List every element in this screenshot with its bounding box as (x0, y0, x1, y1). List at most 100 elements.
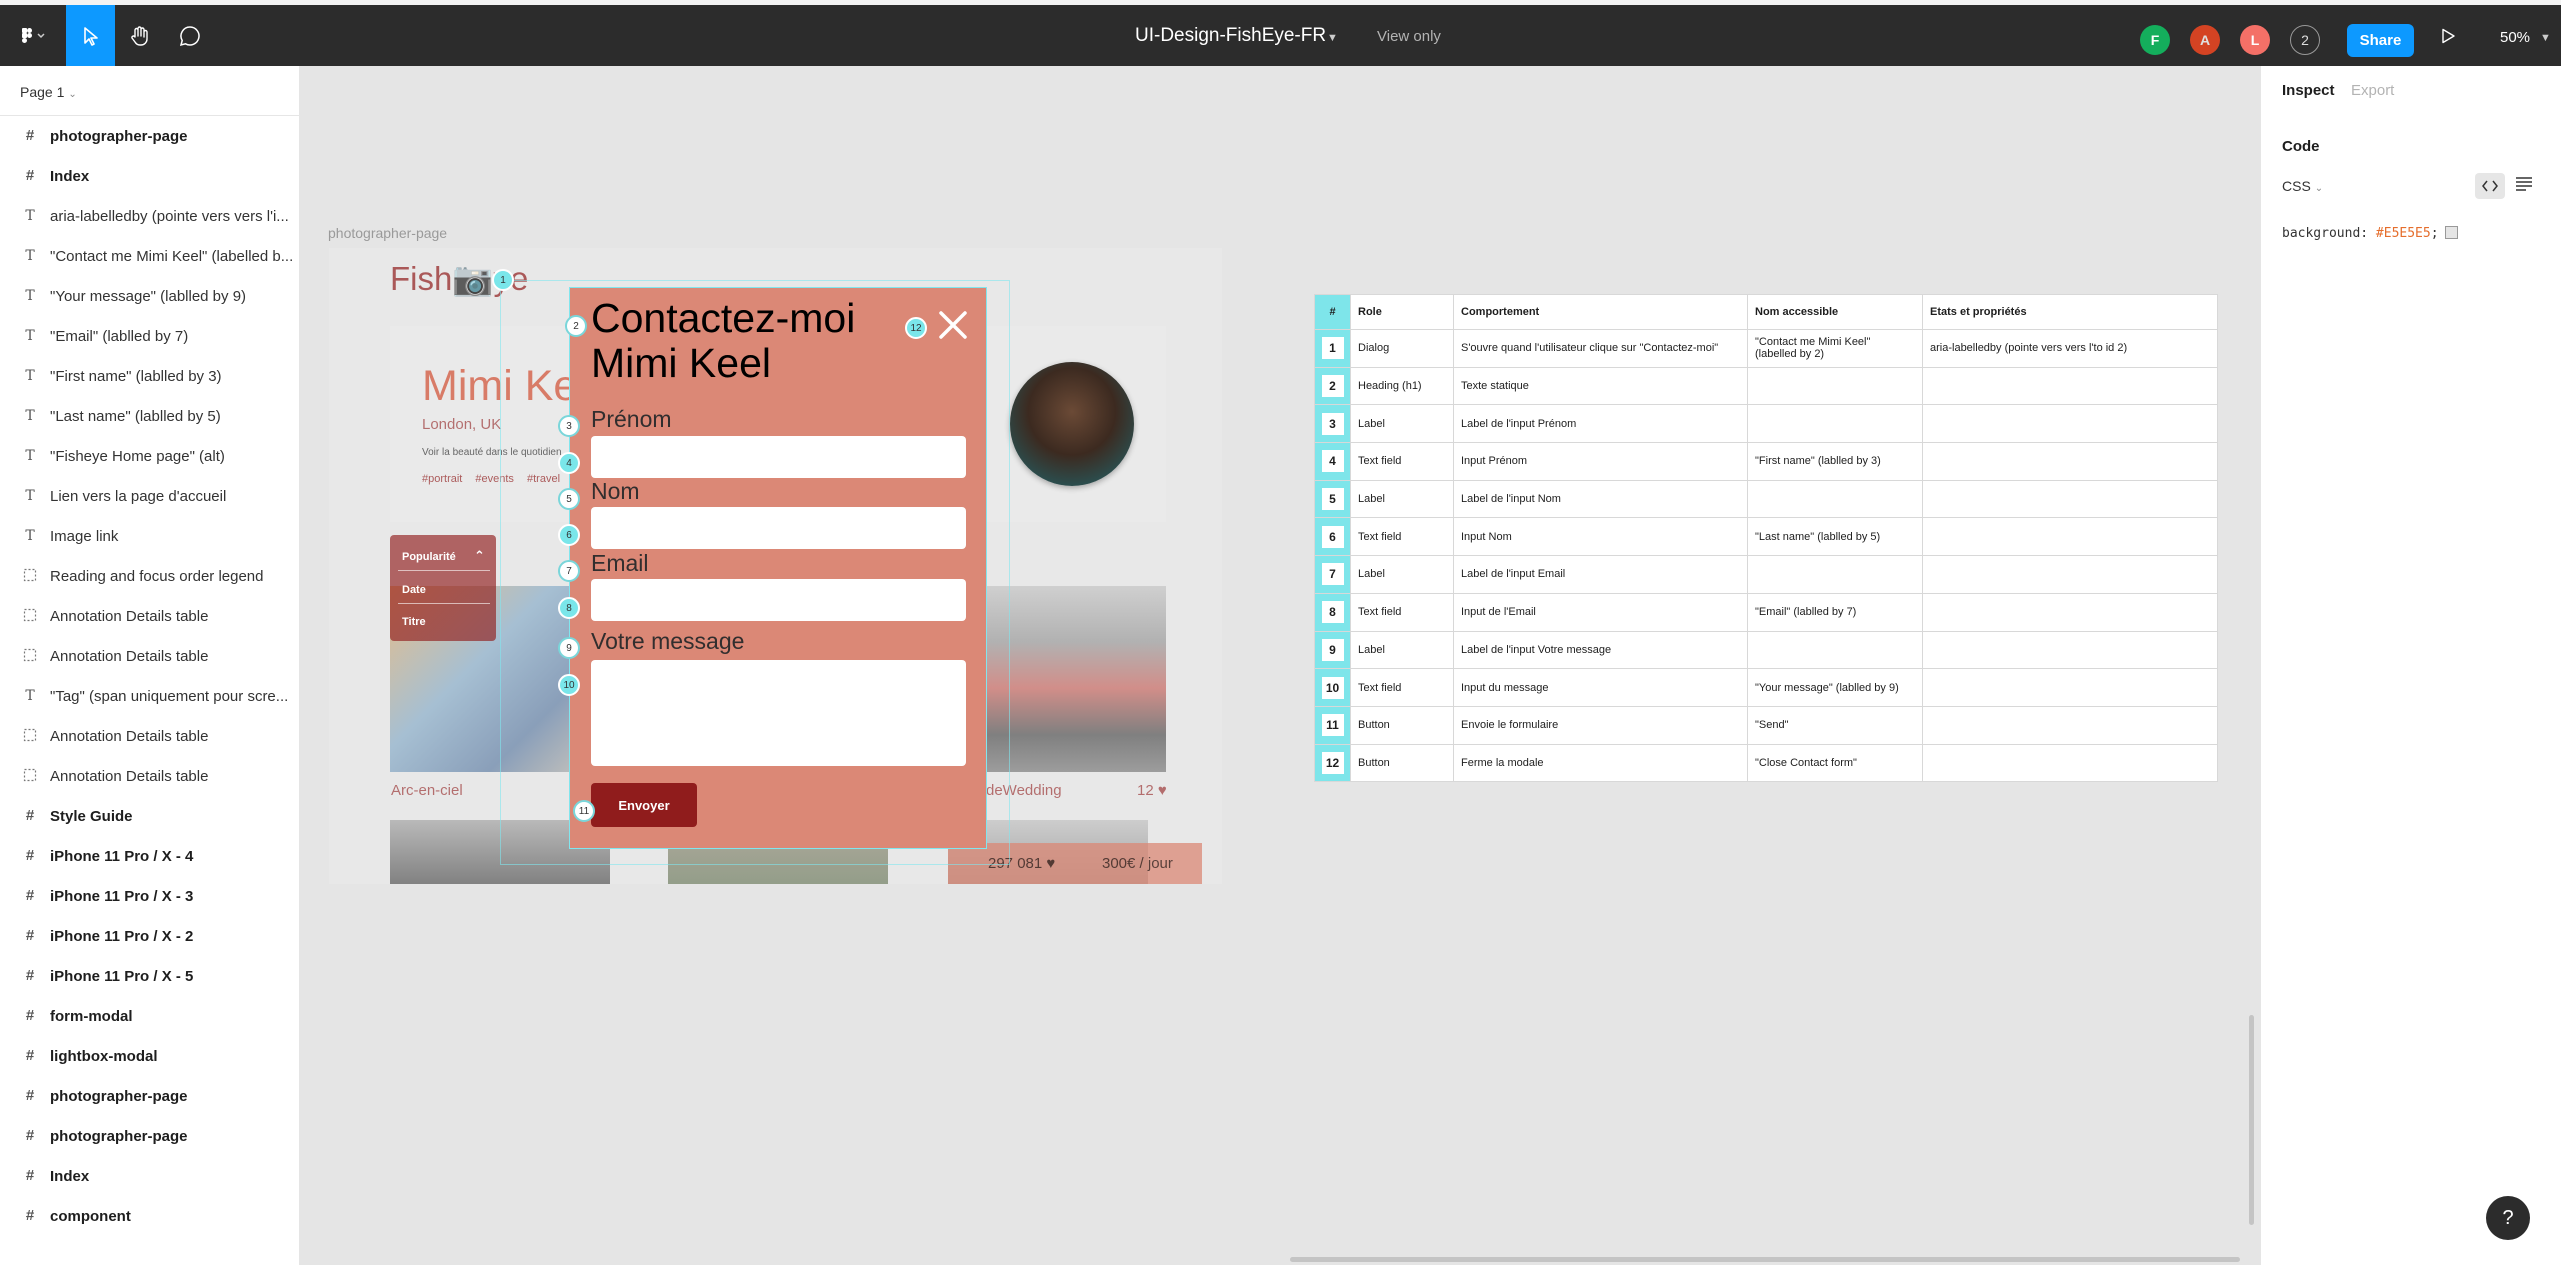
layer-item[interactable]: Reading and focus order legend (0, 556, 300, 596)
extra-users-count[interactable]: 2 (2290, 25, 2320, 55)
table-cell (1922, 404, 2218, 444)
layer-item[interactable]: T "Tag" (span uniquement pour scre... (0, 676, 300, 716)
table-row: 5 Label Label de l'input Nom (1314, 479, 2218, 519)
layer-item[interactable]: # lightbox-modal (0, 1036, 300, 1076)
table-cell (1922, 705, 2218, 745)
tab-export[interactable]: Export (2351, 82, 2394, 99)
layer-label: Annotation Details table (50, 767, 209, 785)
group-icon (22, 768, 38, 784)
close-icon[interactable] (935, 307, 971, 343)
frame-label[interactable]: photographer-page (328, 225, 447, 241)
table-cell: "Contact me Mimi Keel" (labelled by 2) (1747, 329, 1923, 368)
move-tool-button[interactable] (66, 5, 115, 66)
layer-item[interactable]: T Lien vers la page d'accueil (0, 476, 300, 516)
help-button[interactable]: ? (2486, 1196, 2530, 1240)
avatar[interactable]: F (2140, 25, 2170, 55)
frame-icon: # (25, 1087, 35, 1104)
layer-item[interactable]: T "Your message" (lablled by 9) (0, 276, 300, 316)
share-button[interactable]: Share (2347, 24, 2414, 57)
layer-item[interactable]: T "Last name" (lablled by 5) (0, 396, 300, 436)
table-header: Nom accessible (1747, 294, 1923, 330)
table-row: 1 Dialog S'ouvre quand l'utilisateur cliqu… (1314, 329, 2218, 368)
layer-item[interactable]: # iPhone 11 Pro / X - 2 (0, 916, 300, 956)
vertical-scrollbar[interactable] (2249, 1015, 2254, 1225)
layer-item[interactable]: # component (0, 1196, 300, 1236)
table-cell: Text field (1350, 442, 1454, 481)
layer-label: Index (50, 167, 90, 185)
layer-item[interactable]: Annotation Details table (0, 716, 300, 756)
layer-item[interactable]: T "Fisheye Home page" (alt) (0, 436, 300, 476)
layer-label: "First name" (lablled by 3) (50, 367, 222, 385)
message-field[interactable] (591, 660, 966, 766)
horizontal-scrollbar[interactable] (1290, 1257, 2240, 1262)
layer-item[interactable]: T "Contact me Mimi Keel" (labelled b... (0, 236, 300, 276)
document-title[interactable]: UI-Design-FishEye-FR (1135, 25, 1326, 47)
layer-item[interactable]: # Index (0, 1156, 300, 1196)
layer-item[interactable]: # form-modal (0, 996, 300, 1036)
table-header: Comportement (1453, 294, 1748, 330)
layer-item[interactable]: # iPhone 11 Pro / X - 4 (0, 836, 300, 876)
layer-item[interactable]: T "Email" (lablled by 7) (0, 316, 300, 356)
frame-icon: # (25, 1167, 35, 1184)
language-selector[interactable]: CSS ⌄ (2282, 178, 2323, 194)
layer-item[interactable]: Annotation Details table (0, 636, 300, 676)
send-button[interactable]: Envoyer (591, 783, 697, 827)
inspect-panel: Inspect Export Code CSS ⌄ background: #E5… (2260, 66, 2561, 1265)
comment-tool-button[interactable] (165, 5, 215, 66)
layer-item[interactable]: Taria-labelledby (pointe vers vers l'i..… (0, 196, 300, 236)
table-cell: 5 (1314, 479, 1351, 519)
annotation-badge: 2 (565, 315, 587, 337)
frame-icon: # (25, 927, 35, 944)
layer-item[interactable]: # photographer-page (0, 1076, 300, 1116)
layer-item[interactable]: Annotation Details table (0, 596, 300, 636)
table-cell: Input de l'Email (1453, 592, 1748, 632)
avatar[interactable]: A (2190, 25, 2220, 55)
table-cell: "First name" (lablled by 3) (1747, 442, 1923, 481)
annotation-badge: 11 (573, 800, 595, 822)
chevron-down-icon[interactable]: ▼ (1327, 32, 1338, 44)
row-number: 12 (1321, 751, 1344, 774)
layer-item[interactable]: Annotation Details table (0, 756, 300, 796)
table-cell: "Last name" (lablled by 5) (1747, 517, 1923, 557)
table-row: 10 Text field Input du message "Your messag… (1314, 668, 2218, 707)
tab-inspect[interactable]: Inspect (2282, 82, 2335, 99)
language-value: CSS (2282, 178, 2311, 194)
layer-label: aria-labelledby (pointe vers vers l'i... (50, 207, 289, 225)
list-view-button[interactable] (2515, 176, 2533, 197)
present-button[interactable] (2440, 28, 2456, 49)
text-layer-icon: T (25, 328, 35, 344)
row-number: 4 (1321, 450, 1344, 473)
text-layer-icon: T (25, 248, 35, 264)
frame-icon: # (25, 807, 35, 824)
last-name-field[interactable] (591, 507, 966, 549)
table-cell (1922, 555, 2218, 594)
frame-icon: # (25, 127, 35, 144)
chevron-down-icon[interactable]: ▼ (2540, 32, 2551, 44)
layer-item[interactable]: # iPhone 11 Pro / X - 3 (0, 876, 300, 916)
layer-item[interactable]: # iPhone 11 Pro / X - 5 (0, 956, 300, 996)
table-cell: 3 (1314, 404, 1351, 444)
first-name-field[interactable] (591, 436, 966, 478)
avatar[interactable]: L (2240, 25, 2270, 55)
layer-item[interactable]: T Image link (0, 516, 300, 556)
zoom-level[interactable]: 50% (2500, 29, 2530, 46)
page-selector[interactable]: Page 1 ⌄ (20, 84, 77, 100)
layer-item[interactable]: # photographer-page (0, 1116, 300, 1156)
layer-label: iPhone 11 Pro / X - 2 (50, 927, 194, 945)
layer-item[interactable]: # Index (0, 156, 300, 196)
layer-item[interactable]: # photographer-page (0, 116, 300, 156)
email-field[interactable] (591, 579, 966, 621)
table-header: # (1314, 294, 1351, 330)
layer-item[interactable]: T "First name" (lablled by 3) (0, 356, 300, 396)
layer-item[interactable]: # Style Guide (0, 796, 300, 836)
code-view-button[interactable] (2475, 173, 2505, 199)
layer-label: Style Guide (50, 807, 133, 825)
view-only-label: View only (1377, 28, 1441, 45)
text-layer-icon: T (25, 288, 35, 304)
figma-logo-icon (22, 27, 45, 43)
annotation-badge: 8 (558, 597, 580, 619)
annotation-badge: 7 (558, 560, 580, 582)
hand-tool-button[interactable] (115, 5, 165, 66)
table-cell (1922, 366, 2218, 406)
main-menu-button[interactable] (0, 5, 66, 66)
